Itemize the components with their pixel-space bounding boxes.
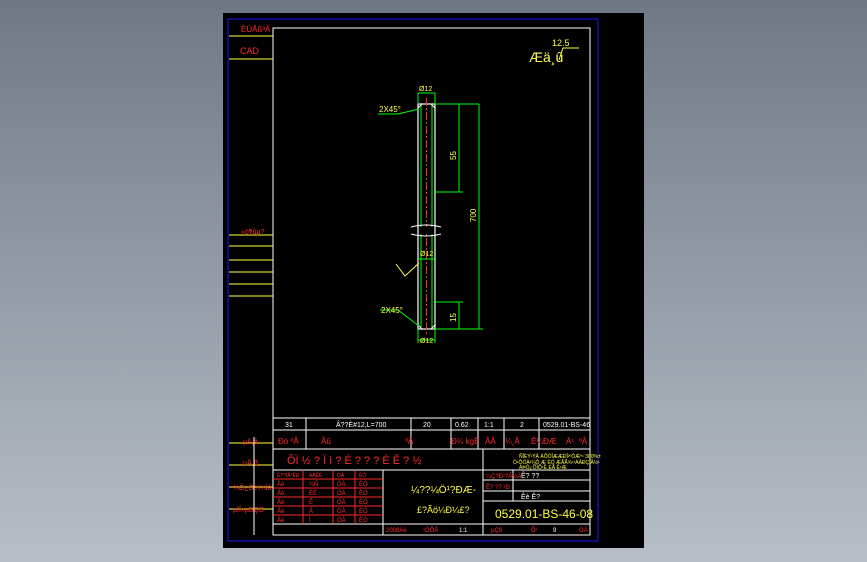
dim-chamfer-top: 2X45° [379,105,401,114]
title-bottom-cell: ¹ÒÕÅ [423,527,438,534]
cad-drawing-canvas[interactable]: ÈÚÂß³Ä CAD »ò¶ûµ? µÄ¸å µÄ¸ß ¾Ö¿Ö¼¼Ìå µÏÎ… [223,13,644,548]
bom-header-cell: ¼¸Å [505,437,520,446]
revision-cell: ÒÁ [337,499,346,506]
revision-cell: Ì [309,517,311,524]
margin-lines-bottom [229,442,273,510]
revision-header-cell: ÀÁÊÈ [309,471,323,479]
bom-header-cell: Ê¼ÐÆ [531,437,557,446]
revision-header-cell: ÒÁ [337,472,345,479]
title-mid-text-2: £?Ãö¼Ð¼£? [417,505,470,515]
dim-dia-mid: Ø12 [420,251,433,258]
dim-55: 55 [449,151,458,160]
title-bottom-cell: 1:1 [459,528,468,534]
title-bottom-cell: 9 [553,528,557,534]
side-label-b1: µÄ¸å [243,438,258,446]
bom-cell: 1:1 [484,422,494,429]
roughness-prefix: Æä¸û [529,49,563,65]
revision-cell: Åè [277,499,285,506]
side-label-cad: CAD [240,46,260,56]
side-label-b2: µÄ¸ß [243,459,258,467]
title-right-value-2: Êè Ê? [521,492,540,501]
side-label-b4: µÏÎ»µÐÇÐ [233,505,264,514]
revision-cell: Åè [277,481,285,488]
bom-header-cell: ºÅ [579,437,588,446]
bom-header-cell: Ðò ºÅ [278,437,299,446]
revision-cell: ÒÁ [337,490,346,497]
revision-cell: ÈÓ [359,508,368,515]
revision-cell: ÈÓ [359,499,368,506]
bom-header-cell: Ð¼ kgÊ [451,437,479,446]
revision-cell: ÒÁ [337,517,346,524]
dim-15: 15 [449,313,458,322]
revision-cell: ÈÉ [309,490,317,497]
bom-header-cell: Ä¹ [566,437,574,446]
dim-dia-bottom: Ø12 [420,338,433,345]
title-right-label-2: Ê? ?? ¹Ð [486,483,510,491]
side-label-top1: ÈÚÂß³Ä [241,25,271,34]
bom-cell: 2 [520,422,524,429]
bom-row[interactable]: 31 Â??È#12,L=700 20 0.62 1:1 2 0529.01-BS-46 [285,420,590,429]
revision-cell: ÒÁ [337,508,346,515]
bom-header-cell: Ãû [321,437,331,446]
revision-cell: ÈÓ [359,517,368,524]
revision-cell: Åè [277,490,285,497]
revision-cell: ¼Ñ [309,481,318,488]
title-bottom-cell: ÒÁ [579,527,588,534]
dim-chamfer-bottom: 2X45° [381,306,403,315]
title-right-label-1: ¼Ç?Ð¹?Ã½Ä [486,473,521,480]
revision-cell: Åè [277,508,285,515]
title-bottom-cell: Õ¹ [531,527,538,534]
revision-cell: ÈÓ [359,490,368,497]
dim-dia-top: Ø12 [419,86,432,93]
side-label-b3: ¾Ö¿Ö¼¼Ìå [233,483,272,492]
title-note-3: ÁÞÓ¿ÕÏÔ¹Ê¸ÈÃ Ê¹Æ [519,463,567,471]
surface-mark [395,262,420,277]
bom-header-cell: ºÅ [405,437,414,446]
side-label-mid: »ò¶ûµ? [241,229,264,236]
title-bottom-cell: µÇ9 [491,528,503,534]
bom-cell: Â??È#12,L=700 [336,420,387,429]
title-bottom-row: 2008Äê ¹ÒÕÅ 1:1 µÇ9 Õ¹ 9 ÒÁ [386,527,588,534]
cad-drawing-svg: ÈÚÂß³Ä CAD »ò¶ûµ? µÄ¸å µÄ¸ß ¾Ö¿Ö¼¼Ìå µÏÎ… [227,18,601,542]
roughness-value: 12.5 [552,38,570,48]
bom-cell: 0529.01-BS-46 [543,422,590,429]
bom-header-cell: ÃÅ [485,437,496,446]
bom-cell: 31 [285,422,293,429]
title-wide-text: ÕÏ ½ ? Ï ì ? É ? ? ? É Ê ? ½ [287,454,422,467]
revision-cell: ÈÓ [359,481,368,488]
revision-cell: ÒÁ [337,481,346,488]
revision-cell: Å [309,508,313,515]
title-right-value-1: Ê? ?? [521,471,539,480]
bom-cell: 20 [423,422,431,429]
margin-lines-mid [229,234,273,297]
revision-header-cell: ÈÓ [359,472,366,479]
bom-cell: 0.62 [455,422,469,429]
dim-700: 700 [469,208,478,222]
shaft-part[interactable] [410,98,442,335]
title-bottom-cell: 2008Äê [386,527,407,534]
bom-header: Ðò ºÅ Ãû ºÅ Ð¼ kgÊ ÃÅ ¼¸Å Ê¼ÐÆ Ä¹ ºÅ [278,437,588,446]
title-note-1: ÑÎÈÝ¹ÝÄ ÁÕÒÎÆÆÐÎ²ºÔÆº¹ 300%± [519,453,601,460]
revision-cell: Ê [309,498,313,506]
revision-cell: Åè [277,517,285,524]
drawing-number: 0529.01-BS-46-08 [495,507,593,521]
title-mid-text-1: ¼??¼Ö¹?ÐÆ- [411,484,476,496]
revision-header-cell: Ê??ÌÅ°ÊÐ [277,471,300,479]
